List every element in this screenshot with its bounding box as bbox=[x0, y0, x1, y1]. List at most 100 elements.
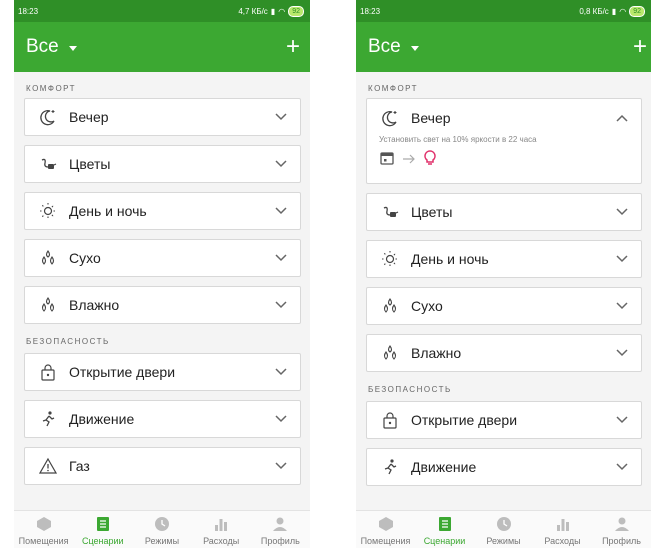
scenario-label: Движение bbox=[69, 411, 135, 427]
nav-scenarios[interactable]: Сценарии bbox=[415, 511, 474, 548]
nav-label: Режимы bbox=[144, 536, 180, 546]
scenario-flow bbox=[379, 150, 629, 171]
scenario-card-humid[interactable]: Влажно bbox=[24, 286, 301, 324]
scenario-header: Вечер bbox=[379, 107, 629, 129]
scenario-card-motion[interactable]: Движение bbox=[366, 448, 642, 486]
scenario-label: Газ bbox=[69, 458, 90, 474]
scenario-label: Цветы bbox=[411, 204, 453, 220]
warning-icon bbox=[37, 455, 59, 477]
chevron-down-icon[interactable] bbox=[274, 110, 288, 124]
door-lock-icon bbox=[37, 361, 59, 383]
bar-chart-icon bbox=[212, 515, 230, 533]
calendar-icon bbox=[379, 150, 395, 171]
motion-icon bbox=[379, 456, 401, 478]
nav-scenarios[interactable]: Сценарии bbox=[73, 511, 132, 548]
scenario-card-day-night[interactable]: День и ночь bbox=[366, 240, 642, 278]
moon-icon bbox=[379, 107, 401, 129]
scenario-label: Сухо bbox=[69, 250, 101, 266]
nav-rooms[interactable]: Помещения bbox=[14, 511, 73, 548]
scenario-card-flowers[interactable]: Цветы bbox=[366, 193, 642, 231]
scenario-label: Движение bbox=[411, 459, 477, 475]
nav-modes[interactable]: Режимы bbox=[132, 511, 191, 548]
add-button[interactable]: + bbox=[633, 35, 647, 59]
scenario-label: Открытие двери bbox=[69, 364, 176, 380]
status-indicators: 0,8 КБ/с ▮ ◠ 92 bbox=[579, 5, 645, 17]
scenario-label: День и ночь bbox=[411, 251, 489, 267]
watering-icon bbox=[379, 201, 401, 223]
nav-profile[interactable]: Профиль bbox=[592, 511, 651, 548]
chevron-down-icon[interactable] bbox=[274, 298, 288, 312]
chevron-down-icon[interactable] bbox=[615, 460, 629, 474]
right-screen: 18:23 0,8 КБ/с ▮ ◠ 92 Все + КОМФОРТ Вече… bbox=[356, 0, 651, 548]
scenario-card-door-open[interactable]: Открытие двери bbox=[366, 401, 642, 439]
filter-dropdown[interactable]: Все bbox=[368, 36, 419, 58]
status-indicators: 4,7 КБ/с ▮ ◠ 92 bbox=[238, 5, 304, 17]
door-lock-icon bbox=[379, 409, 401, 431]
chevron-up-icon[interactable] bbox=[615, 111, 629, 125]
drops-icon bbox=[379, 342, 401, 364]
section-header: КОМФОРТ bbox=[368, 84, 419, 93]
chevron-down-icon[interactable] bbox=[274, 157, 288, 171]
scenario-card-evening-expanded[interactable]: Вечер Установить свет на 10% яркости в 2… bbox=[366, 98, 642, 184]
filter-label: Все bbox=[368, 36, 401, 57]
scenario-label: Вечер bbox=[411, 110, 451, 126]
nav-label: Профиль bbox=[602, 536, 641, 546]
bulb-icon bbox=[423, 150, 437, 171]
nav-label: Сценарии bbox=[81, 536, 124, 546]
rooms-icon bbox=[377, 515, 395, 533]
scenario-card-humid[interactable]: Влажно bbox=[366, 334, 642, 372]
scenario-label: День и ночь bbox=[69, 203, 147, 219]
nav-label: Расходы bbox=[544, 536, 581, 546]
drops-icon bbox=[37, 247, 59, 269]
chevron-down-icon[interactable] bbox=[615, 299, 629, 313]
scenario-card-motion[interactable]: Движение bbox=[24, 400, 301, 438]
chevron-down-icon[interactable] bbox=[615, 413, 629, 427]
wifi-icon: ◠ bbox=[619, 6, 627, 16]
chevron-down-icon[interactable] bbox=[615, 205, 629, 219]
app-bar: Все + bbox=[356, 22, 651, 72]
network-speed: 4,7 КБ/с bbox=[238, 6, 268, 16]
chevron-down-icon[interactable] bbox=[274, 459, 288, 473]
scenario-list: КОМФОРТ Вечер Установить свет на 10% ярк… bbox=[356, 72, 651, 486]
nav-profile[interactable]: Профиль bbox=[251, 511, 310, 548]
chevron-down-icon[interactable] bbox=[274, 204, 288, 218]
scenario-label: Цветы bbox=[69, 156, 111, 172]
app-bar: Все + bbox=[14, 22, 310, 72]
chevron-down-icon[interactable] bbox=[615, 252, 629, 266]
scenario-card-dry[interactable]: Сухо bbox=[24, 239, 301, 277]
caret-down-icon bbox=[410, 45, 419, 51]
nav-expenses[interactable]: Расходы bbox=[533, 511, 592, 548]
scenario-label: Вечер bbox=[69, 109, 109, 125]
chevron-down-icon[interactable] bbox=[274, 365, 288, 379]
nav-modes[interactable]: Режимы bbox=[474, 511, 533, 548]
nav-label: Режимы bbox=[486, 536, 521, 546]
status-time: 18:23 bbox=[360, 6, 381, 16]
scenario-label: Открытие двери bbox=[411, 412, 518, 428]
clock-icon bbox=[153, 515, 171, 533]
add-button[interactable]: + bbox=[286, 35, 300, 59]
signal-icon: ▮ bbox=[611, 6, 617, 16]
scenario-card-gas[interactable]: Газ bbox=[24, 447, 301, 485]
drops-icon bbox=[37, 294, 59, 316]
rooms-icon bbox=[35, 515, 53, 533]
profile-icon bbox=[271, 515, 289, 533]
filter-dropdown[interactable]: Все bbox=[26, 36, 77, 58]
scenario-card-flowers[interactable]: Цветы bbox=[24, 145, 301, 183]
wifi-icon: ◠ bbox=[278, 6, 286, 16]
scenario-card-day-night[interactable]: День и ночь bbox=[24, 192, 301, 230]
profile-icon bbox=[613, 515, 631, 533]
network-speed: 0,8 КБ/с bbox=[579, 6, 609, 16]
scenario-label: Влажно bbox=[411, 345, 462, 361]
scenario-card-dry[interactable]: Сухо bbox=[366, 287, 642, 325]
bottom-navigation: Помещения Сценарии Режимы Расходы Профил… bbox=[356, 510, 651, 548]
signal-icon: ▮ bbox=[270, 6, 276, 16]
chevron-down-icon[interactable] bbox=[615, 346, 629, 360]
nav-expenses[interactable]: Расходы bbox=[192, 511, 251, 548]
scenario-card-door-open[interactable]: Открытие двери bbox=[24, 353, 301, 391]
chevron-down-icon[interactable] bbox=[274, 251, 288, 265]
section-header: БЕЗОПАСНОСТЬ bbox=[368, 385, 452, 394]
sun-icon bbox=[37, 200, 59, 222]
nav-rooms[interactable]: Помещения bbox=[356, 511, 415, 548]
chevron-down-icon[interactable] bbox=[274, 412, 288, 426]
scenario-card-evening[interactable]: Вечер bbox=[24, 98, 301, 136]
